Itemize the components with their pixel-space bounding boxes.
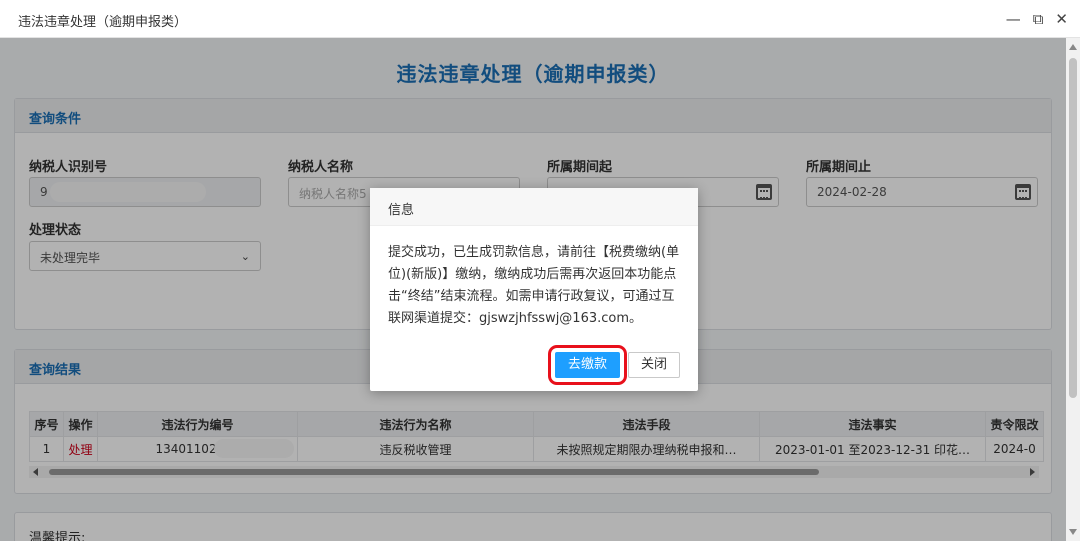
window-titlebar: 违法违章处理（逾期申报类） — ⧉ ✕	[0, 0, 1080, 38]
window-controls: — ⧉ ✕	[1006, 9, 1068, 29]
scroll-down-icon[interactable]	[1069, 529, 1077, 535]
info-dialog: 信息 提交成功，已生成罚款信息，请前往【税费缴纳(单位)(新版)】缴纳，缴纳成功…	[370, 188, 698, 391]
dialog-message: 提交成功，已生成罚款信息，请前往【税费缴纳(单位)(新版)】缴纳，缴纳成功后需再…	[388, 245, 680, 326]
close-button[interactable]: 关闭	[627, 352, 680, 378]
dialog-buttons: 去缴款 关闭	[547, 345, 680, 385]
close-icon[interactable]: ✕	[1055, 9, 1068, 29]
maximize-icon[interactable]: ⧉	[1033, 9, 1044, 29]
scroll-up-icon[interactable]	[1069, 44, 1077, 50]
minimize-icon[interactable]: —	[1006, 9, 1021, 29]
scrollbar-thumb[interactable]	[1069, 58, 1077, 398]
window-title: 违法违章处理（逾期申报类）	[18, 15, 188, 30]
dialog-title: 信息	[370, 188, 698, 226]
go-pay-button[interactable]: 去缴款	[547, 345, 627, 385]
vertical-scrollbar[interactable]	[1066, 38, 1080, 541]
